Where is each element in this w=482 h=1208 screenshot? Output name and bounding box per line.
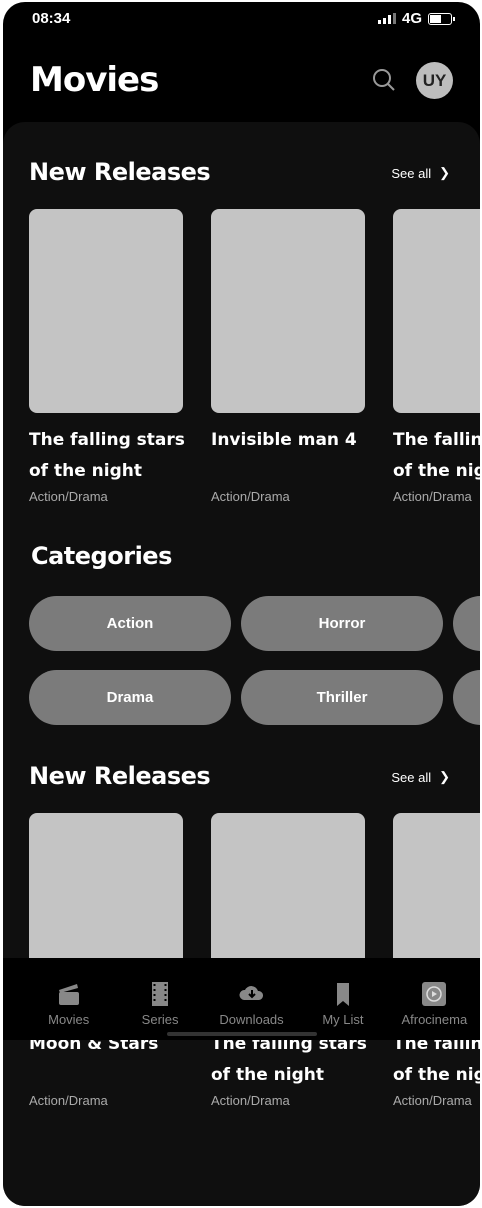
page-title: Movies <box>30 60 159 100</box>
movie-poster[interactable] <box>29 209 183 413</box>
film-strip-icon <box>152 982 169 1006</box>
nav-label: My List <box>322 1012 364 1027</box>
battery-icon <box>428 12 455 25</box>
bottom-nav: Movies Series Downloads My List Afrocine… <box>3 958 480 1040</box>
category-more[interactable] <box>453 596 480 651</box>
movie-title: Invisible man 4 <box>211 430 357 450</box>
cloud-download-icon <box>238 986 263 1000</box>
avatar[interactable]: UY <box>416 62 453 99</box>
movie-genre: Action/Drama <box>29 489 108 504</box>
section-title: New Releases <box>29 158 211 186</box>
movie-genre: Action/Drama <box>393 1093 472 1108</box>
movie-card[interactable]: The falling starsof the night Action/Dram… <box>29 209 185 504</box>
nav-label: Movies <box>48 1012 90 1027</box>
movie-poster[interactable] <box>393 209 480 413</box>
movie-card[interactable]: The falling starsof the night Action/Dram… <box>393 209 480 504</box>
search-icon[interactable] <box>372 68 396 92</box>
nav-label: Downloads <box>219 1012 284 1027</box>
chevron-right-icon: ❯ <box>439 165 450 180</box>
nav-afrocinema[interactable]: Afrocinema <box>389 958 480 1040</box>
content-panel: New Releases See all ❯ The falling stars o… <box>3 122 480 1206</box>
afrocinema-icon <box>422 982 447 1006</box>
nav-label: Afrocinema <box>401 1012 468 1027</box>
nav-movies[interactable]: Movies <box>23 958 114 1040</box>
phone-screen: 08:34 4G Movies UY New Releases See all ❯… <box>3 2 480 1206</box>
movie-card[interactable]: Invisible man 4 Action/Drama <box>211 209 365 504</box>
nav-downloads[interactable]: Downloads <box>206 958 297 1040</box>
nav-series[interactable]: Series <box>114 958 205 1040</box>
status-time: 08:34 <box>32 10 71 27</box>
chevron-right-icon: ❯ <box>439 769 450 784</box>
category-more[interactable] <box>453 670 480 725</box>
nav-label: Series <box>141 1012 179 1027</box>
network-type: 4G <box>401 10 422 27</box>
movie-genre: Action/Drama <box>211 1093 290 1108</box>
bookmark-icon <box>336 983 349 1006</box>
movie-genre: Action/Drama <box>211 489 290 504</box>
category-row: Drama Thriller <box>29 670 480 725</box>
nav-my-list[interactable]: My List <box>297 958 388 1040</box>
see-all-label: See all <box>391 165 432 181</box>
category-action[interactable]: Action <box>29 596 231 651</box>
see-all-label: See all <box>391 769 432 785</box>
section-title: New Releases <box>29 762 211 790</box>
movie-title: The falling starsof the night <box>393 430 480 481</box>
clapperboard-icon <box>58 984 79 1005</box>
movie-genre: Action/Drama <box>393 489 472 504</box>
category-drama[interactable]: Drama <box>29 670 231 725</box>
categories-title: Categories <box>31 542 172 570</box>
see-all-link[interactable]: See all ❯ <box>391 165 450 181</box>
movie-genre: Action/Drama <box>29 1093 108 1108</box>
movie-poster[interactable] <box>211 209 365 413</box>
category-row: Action Horror <box>29 596 480 651</box>
category-horror[interactable]: Horror <box>241 596 443 651</box>
movie-title: The falling starsof the night <box>29 430 185 481</box>
category-thriller[interactable]: Thriller <box>241 670 443 725</box>
movie-row: The falling stars of the night Action/Dram… <box>29 209 480 504</box>
home-indicator <box>167 1032 317 1036</box>
see-all-link[interactable]: See all ❯ <box>391 769 450 785</box>
signal-icon <box>377 13 396 24</box>
status-bar: 08:34 4G <box>32 10 455 27</box>
